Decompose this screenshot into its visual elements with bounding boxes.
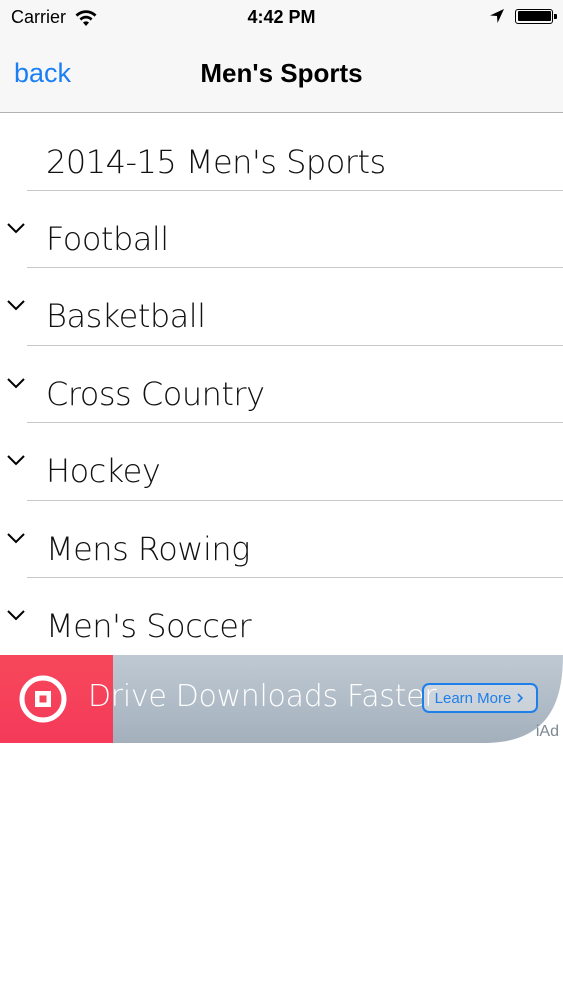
ad-headline: Drive Downloads Faster: [88, 679, 437, 714]
chevron-down-icon: [7, 300, 25, 311]
ad-banner[interactable]: Drive Downloads Faster Learn More iAd: [0, 655, 563, 743]
list-item-label: Cross Country: [46, 374, 265, 413]
chevron-down-icon: [7, 610, 25, 621]
location-arrow-icon: [490, 9, 504, 23]
list-header-label: 2014-15 Men's Sports: [46, 143, 386, 181]
list-item-football[interactable]: Football: [0, 191, 563, 268]
battery-fill: [517, 11, 551, 21]
chevron-down-icon: [7, 222, 25, 233]
chevron-down-icon: [7, 377, 25, 388]
list-item-label: Basketball: [46, 297, 206, 335]
chevron-down-icon: [7, 455, 25, 466]
battery-icon: [515, 8, 557, 24]
iad-badge: iAd: [535, 723, 559, 740]
list-item-label: Football: [46, 219, 169, 258]
list-item-basketball[interactable]: Basketball: [0, 268, 563, 346]
list-item-label: Men's Soccer: [46, 607, 252, 645]
navigation-bar: back Men's Sports: [0, 38, 563, 113]
stop-circle-icon: [19, 675, 67, 723]
list-item-cross-country[interactable]: Cross Country: [0, 346, 563, 423]
list-item-mens-soccer[interactable]: Men's Soccer: [0, 578, 563, 656]
list-item-label: Mens Rowing: [46, 529, 250, 568]
page-title: Men's Sports: [200, 58, 363, 88]
list-item-label: Hockey: [46, 452, 161, 490]
chevron-down-icon: [7, 532, 25, 543]
status-bar: Carrier 4:42 PM: [0, 0, 563, 38]
list-item-hockey[interactable]: Hockey: [0, 423, 563, 501]
battery-cap: [554, 13, 557, 19]
sports-list: 2014-15 Men's Sports Football Basketball…: [0, 113, 563, 656]
list-item-mens-rowing[interactable]: Mens Rowing: [0, 501, 563, 578]
status-right: [489, 8, 557, 24]
status-time: 4:42 PM: [247, 7, 316, 27]
list-header: 2014-15 Men's Sports: [0, 113, 563, 191]
